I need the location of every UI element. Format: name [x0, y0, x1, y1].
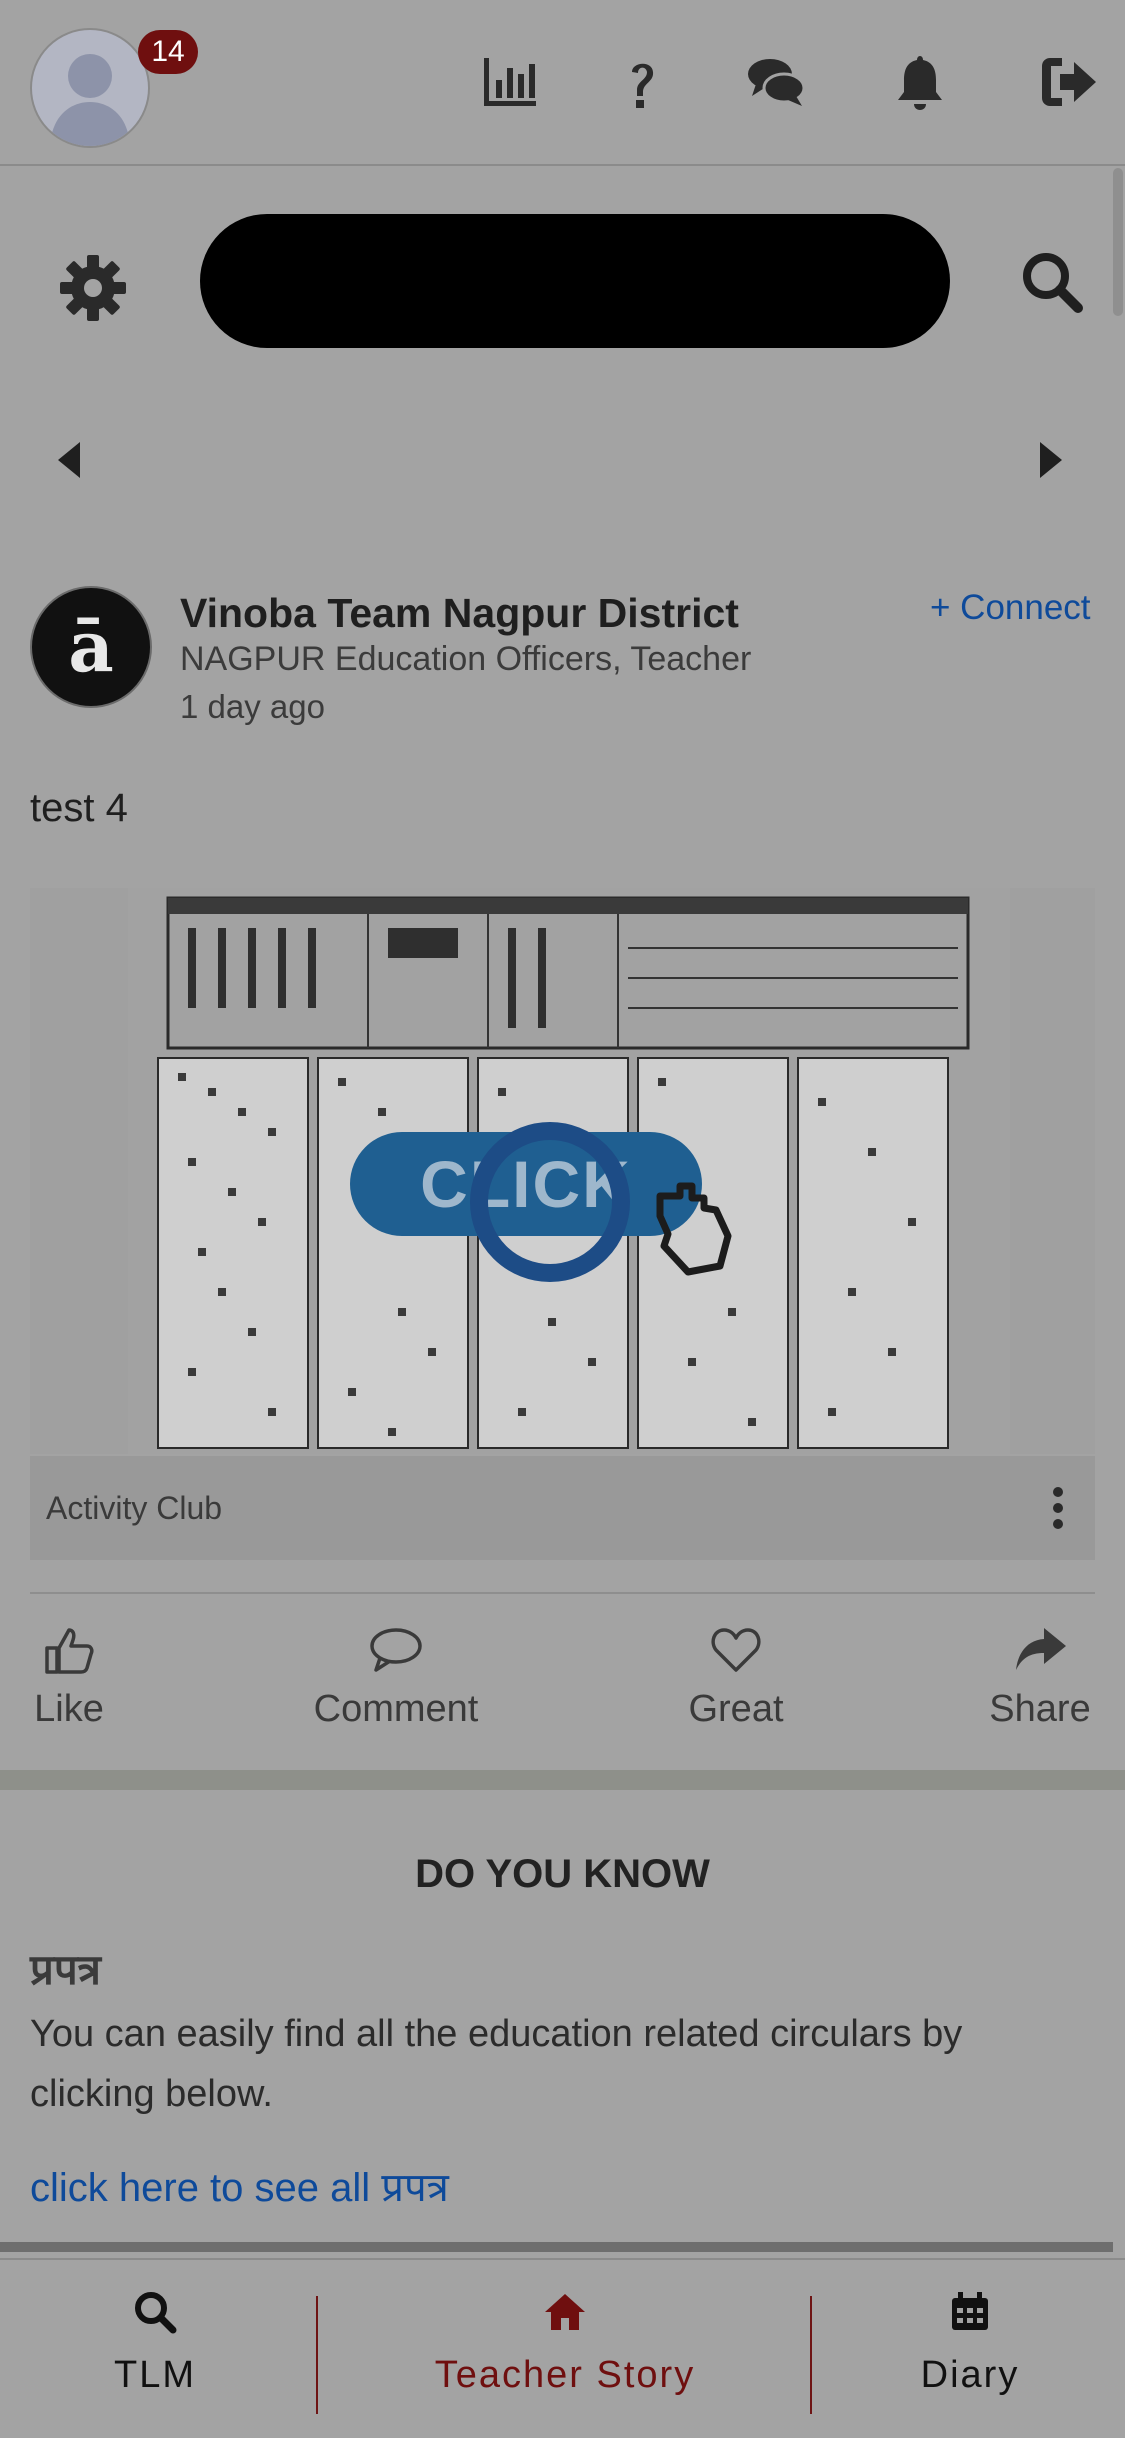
heart-icon [708, 1622, 764, 1678]
scrollbar-thumb[interactable] [1113, 168, 1123, 316]
gear-icon[interactable] [60, 255, 126, 321]
home-icon [543, 2290, 587, 2334]
do-you-know-title: DO YOU KNOW [415, 1852, 710, 1896]
post-text: test 4 [30, 786, 128, 830]
do-you-know-subtitle: प्रपत्र [30, 1945, 101, 1994]
hand-cursor-icon [640, 1176, 750, 1291]
connect-button[interactable]: + Connect [930, 588, 1091, 628]
comment-icon [368, 1622, 424, 1678]
share-label: Share [989, 1688, 1091, 1730]
calendar-icon [948, 2290, 992, 2334]
divider [30, 1592, 1095, 1594]
post-author-name[interactable]: Vinoba Team Nagpur District [180, 590, 739, 637]
magnifier-ring-icon [470, 1122, 630, 1282]
author-avatar[interactable]: ā [30, 586, 152, 708]
nav-diary-label: Diary [920, 2354, 1020, 2396]
post-timestamp: 1 day ago [180, 688, 325, 725]
nav-separator [810, 2296, 812, 2414]
share-button[interactable]: Share [980, 1622, 1100, 1742]
post-club-bar: Activity Club [30, 1456, 1095, 1560]
circulars-link[interactable]: click here to see all प्रपत्र [30, 2158, 449, 2213]
thumbs-up-icon [41, 1622, 97, 1678]
great-label: Great [688, 1688, 784, 1730]
section-separator [0, 1770, 1125, 1790]
post-image[interactable]: CLICK [30, 888, 1095, 1454]
great-button[interactable]: Great [676, 1622, 796, 1742]
nav-tlm[interactable]: TLM [60, 2290, 250, 2430]
notification-count-badge: 14 [138, 30, 198, 74]
card-bottom-edge [0, 2242, 1113, 2252]
carousel-next-icon[interactable] [1040, 442, 1062, 478]
stats-icon[interactable] [480, 52, 540, 112]
avatar-silhouette-icon [50, 54, 130, 146]
logout-icon[interactable] [1038, 52, 1098, 112]
nav-separator [316, 2296, 318, 2414]
search-input[interactable] [200, 214, 950, 348]
nav-teacher-story-label: Teacher Story [434, 2354, 696, 2396]
bottom-nav: TLM Teacher Story Diary [0, 2258, 1125, 2438]
carousel-prev-icon[interactable] [58, 442, 80, 478]
comment-button[interactable]: Comment [296, 1622, 496, 1742]
search-icon [133, 2290, 177, 2334]
comment-label: Comment [313, 1688, 479, 1730]
top-bar: 14 [0, 0, 1125, 166]
search-icon[interactable] [1020, 250, 1084, 314]
like-label: Like [34, 1688, 104, 1730]
nav-teacher-story[interactable]: Teacher Story [400, 2290, 730, 2430]
nav-diary[interactable]: Diary [880, 2290, 1060, 2430]
club-label[interactable]: Activity Club [46, 1490, 222, 1527]
like-button[interactable]: Like [24, 1622, 114, 1742]
author-logo-icon: ā [68, 605, 114, 688]
do-you-know-body: You can easily find all the education re… [30, 2013, 963, 2115]
bell-icon[interactable] [890, 52, 950, 112]
profile-avatar[interactable] [30, 28, 150, 148]
nav-tlm-label: TLM [114, 2354, 196, 2396]
chat-icon[interactable] [746, 52, 806, 112]
share-icon [1012, 1622, 1068, 1678]
help-icon[interactable] [612, 52, 672, 112]
post-author-role: NAGPUR Education Officers, Teacher [180, 640, 752, 678]
more-options-icon[interactable] [1048, 1486, 1068, 1530]
